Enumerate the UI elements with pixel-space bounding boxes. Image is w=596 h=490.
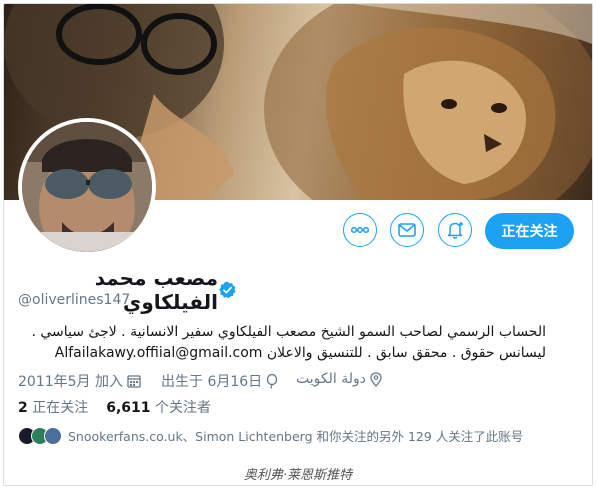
born-label: 出生于 6月16日 bbox=[161, 374, 263, 390]
followed-by-row[interactable]: Snookerfans.co.uk、Simon Lichtenberg 和你关注… bbox=[18, 426, 523, 445]
joined-label: 2011年5月 加入 bbox=[18, 374, 123, 390]
profile-bio: الحساب الرسمي لصاحب السمو الشيخ مصعب الف… bbox=[18, 322, 546, 364]
more-button[interactable] bbox=[343, 213, 377, 247]
avatar-image bbox=[22, 122, 152, 252]
bio-line: ليسانس حقوق . محقق سابق . للتنسيق والاعل… bbox=[54, 345, 546, 361]
joined-date: 2011年5月 加入 bbox=[18, 371, 141, 391]
followed-by-text: Snookerfans.co.uk、Simon Lichtenberg 和你关注… bbox=[68, 429, 524, 444]
location: دولة الكويت bbox=[296, 371, 382, 387]
followers-count: 6,611 bbox=[106, 400, 151, 416]
profile-stats: 2 正在关注 6,611 个关注者 bbox=[18, 397, 211, 417]
image-caption: 奥利弗·莱恩斯推特 bbox=[243, 468, 353, 483]
more-icon bbox=[351, 227, 369, 233]
followers-stat-label: 个关注者 bbox=[154, 400, 211, 416]
following-stat[interactable]: 2 正在关注 bbox=[18, 397, 88, 417]
followers-stat[interactable]: 6,611 个关注者 bbox=[106, 397, 211, 417]
location-pin-icon bbox=[370, 371, 382, 387]
message-icon bbox=[398, 223, 416, 237]
mini-avatar bbox=[44, 426, 62, 445]
profile-card: 正在关注 مصعب محمد الفيلكاوي @oliverlines147… bbox=[3, 3, 593, 486]
verified-icon bbox=[219, 281, 236, 299]
mini-avatars bbox=[18, 426, 62, 445]
birth-date: 出生于 6月16日 bbox=[161, 371, 278, 391]
location-label: دولة الكويت bbox=[296, 371, 366, 387]
notifications-button[interactable] bbox=[438, 213, 472, 247]
user-handle: @oliverlines147 bbox=[18, 292, 131, 308]
balloon-icon bbox=[267, 373, 278, 389]
profile-avatar[interactable] bbox=[18, 118, 156, 256]
calendar-icon bbox=[127, 375, 141, 388]
following-count: 2 bbox=[18, 400, 28, 416]
following-stat-label: 正在关注 bbox=[32, 400, 89, 416]
message-button[interactable] bbox=[390, 213, 424, 247]
following-button[interactable]: 正在关注 bbox=[485, 213, 574, 249]
bell-plus-icon bbox=[447, 222, 463, 239]
bio-line: الحساب الرسمي لصاحب السمو الشيخ مصعب الف… bbox=[31, 324, 546, 340]
